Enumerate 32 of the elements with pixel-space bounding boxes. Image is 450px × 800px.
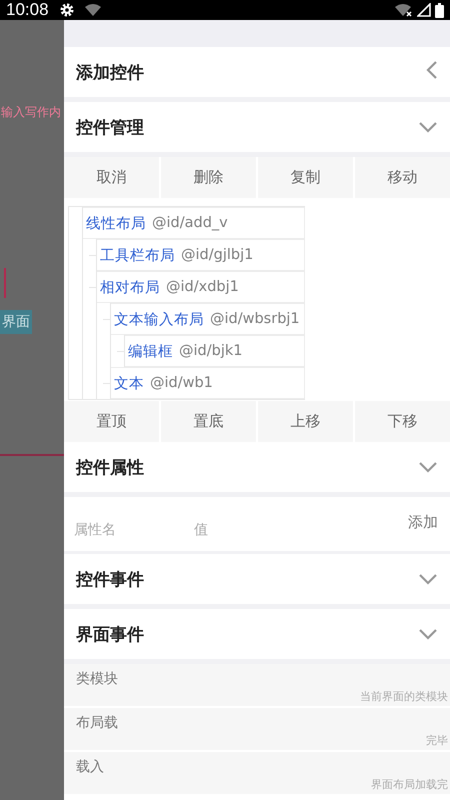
wifi-icon — [84, 3, 101, 17]
tree-item[interactable]: 文本输入布局 @id/wbsrbj1 — [111, 303, 305, 335]
add-button[interactable]: 添加 — [408, 513, 438, 532]
tree-item[interactable]: 线性布局 @id/add_v — [83, 207, 305, 239]
input-hint-text: 输入写作内 — [1, 104, 61, 121]
tree-item[interactable]: 工具栏布局 @id/gjlbj1 — [97, 239, 305, 271]
tree-item[interactable]: 文本 @id/wb1 — [111, 367, 305, 399]
section-header[interactable]: 控件事件 — [64, 554, 450, 609]
signal-icon — [417, 3, 431, 17]
text-cursor — [4, 268, 6, 298]
event-row[interactable]: 载入 界面布局加载完 — [64, 752, 450, 796]
property-value-field[interactable]: 值 — [194, 516, 314, 544]
action-button[interactable]: 删除 — [161, 157, 256, 198]
section-header[interactable]: 控件属性 — [64, 442, 450, 497]
action-button[interactable]: 下移 — [355, 401, 450, 442]
battery-icon — [435, 2, 444, 18]
tree-item[interactable]: 编辑框 @id/bjk1 — [125, 335, 305, 367]
wifi-off-icon — [395, 3, 413, 17]
tree-item[interactable]: 相对布局 @id/xdbj1 — [97, 271, 305, 303]
property-name-field[interactable]: 属性名 — [74, 516, 194, 544]
tab-label: 界面 — [0, 310, 32, 334]
input-underline — [0, 454, 64, 456]
section-header[interactable]: 添加控件 — [64, 47, 450, 102]
action-button[interactable]: 上移 — [258, 401, 353, 442]
event-row[interactable]: 类模块 当前界面的类模块 — [64, 664, 450, 708]
clock: 10:08 — [6, 0, 49, 20]
action-button[interactable]: 复制 — [258, 157, 353, 198]
action-button[interactable]: 置顶 — [64, 401, 159, 442]
action-button[interactable]: 移动 — [355, 157, 450, 198]
action-button[interactable]: 置底 — [161, 401, 256, 442]
action-button[interactable]: 取消 — [64, 157, 159, 198]
event-row[interactable]: 布局载 完毕 — [64, 708, 450, 752]
